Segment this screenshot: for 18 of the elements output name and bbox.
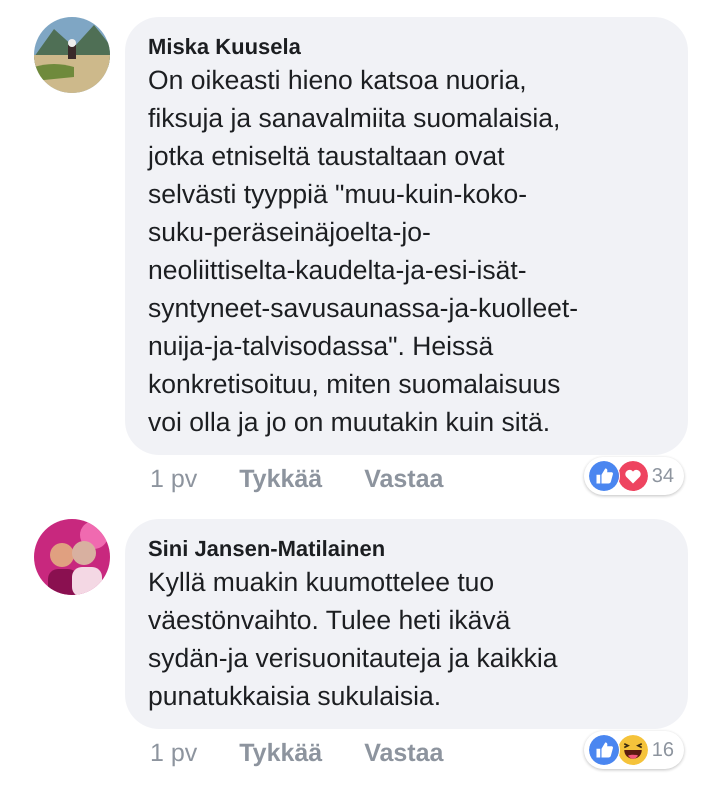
thumbs-up-icon bbox=[588, 734, 620, 766]
like-link[interactable]: Tykkää bbox=[239, 465, 322, 513]
author-name[interactable]: Sini Jansen-Matilainen bbox=[148, 535, 668, 563]
heart-icon bbox=[616, 460, 649, 492]
timestamp: 1 pv bbox=[150, 465, 198, 495]
laughing-face-icon bbox=[616, 734, 649, 766]
reply-link[interactable]: Vastaa bbox=[364, 465, 444, 513]
thumbs-up-icon bbox=[588, 460, 620, 492]
reaction-summary[interactable]: 16 bbox=[584, 731, 684, 769]
reaction-summary[interactable]: 34 bbox=[584, 457, 684, 495]
author-name[interactable]: Miska Kuusela bbox=[148, 33, 668, 61]
timestamp: 1 pv bbox=[150, 739, 198, 769]
reply-link[interactable]: Vastaa bbox=[364, 739, 444, 787]
reaction-count: 34 bbox=[652, 464, 674, 488]
comment-text: On oikeasti hieno katsoa nuoria, fiksuja ja sanavalmiita suomalaisia, jotka etniseltä taustaltaan ovat selvästi tyyppiä "muu-kuin-koko- suku-peräseinäjoelta-jo- neoliittiselta-kaudelta-ja-esi-isät- syntyneet-savusaunassa-ja-kuolleet- nuija-ja-talvisodassa". Heissä konkretisoituu, miten suomalaisuus voi olla ja jo on muutakin kuin sitä. bbox=[148, 64, 580, 439]
like-link[interactable]: Tykkää bbox=[239, 739, 322, 787]
comment-text: Kyllä muakin kuumottelee tuo väestönvaihto. Tulee heti ikävä sydän-ja verisuonitauteja ja kaikkia punatukkaisia sukulaisia. bbox=[148, 566, 558, 713]
reaction-count: 16 bbox=[652, 738, 674, 762]
